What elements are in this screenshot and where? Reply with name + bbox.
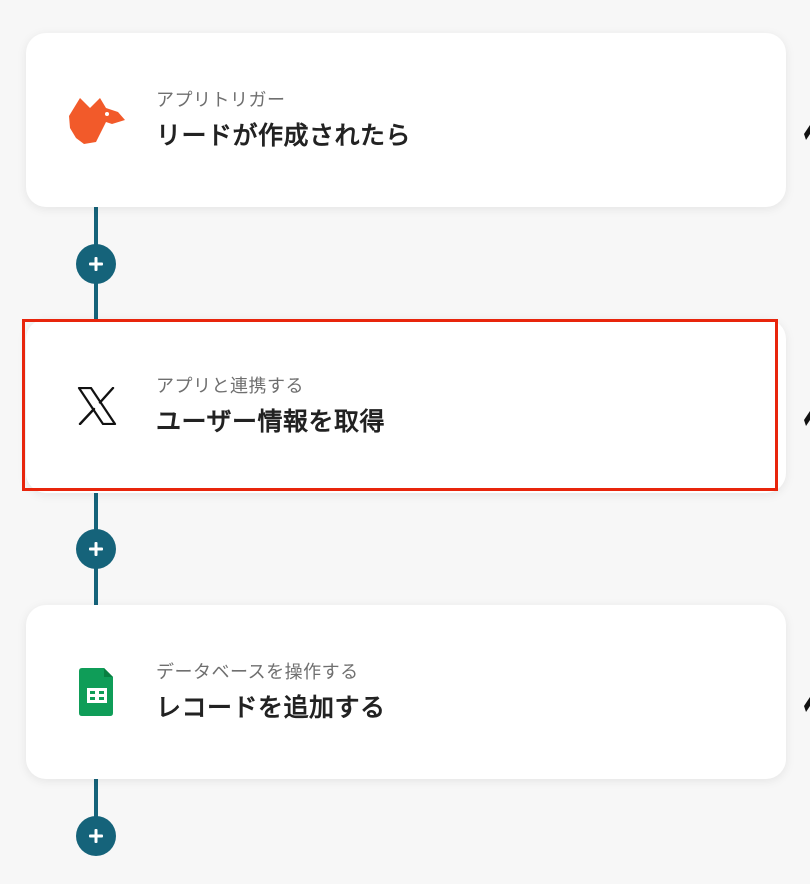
step-edit-icon[interactable] (802, 398, 810, 428)
plus-icon (89, 542, 103, 556)
step-type-label: アプリと連携する (156, 376, 304, 397)
fox-icon (66, 89, 128, 151)
flow-step-trigger[interactable]: アプリトリガー リードが作成されたら (26, 33, 786, 207)
step-title: リードが作成されたら (156, 121, 412, 150)
flow-step-app-action[interactable]: アプリと連携する ユーザー情報を取得 (26, 319, 786, 493)
google-sheets-icon (66, 661, 128, 723)
plus-icon (89, 829, 103, 843)
step-edit-icon[interactable] (802, 112, 810, 142)
flow-step-database-action[interactable]: データベースを操作する レコードを追加する (26, 605, 786, 779)
add-step-button[interactable] (76, 244, 116, 284)
step-title: ユーザー情報を取得 (156, 407, 386, 436)
plus-icon (89, 257, 103, 271)
add-step-button[interactable] (76, 529, 116, 569)
x-logo-icon (66, 375, 128, 437)
add-step-button[interactable] (76, 816, 116, 856)
step-edit-icon[interactable] (802, 684, 810, 714)
step-title: レコードを追加する (156, 693, 386, 722)
step-type-label: アプリトリガー (156, 90, 286, 111)
step-type-label: データベースを操作する (156, 662, 359, 683)
